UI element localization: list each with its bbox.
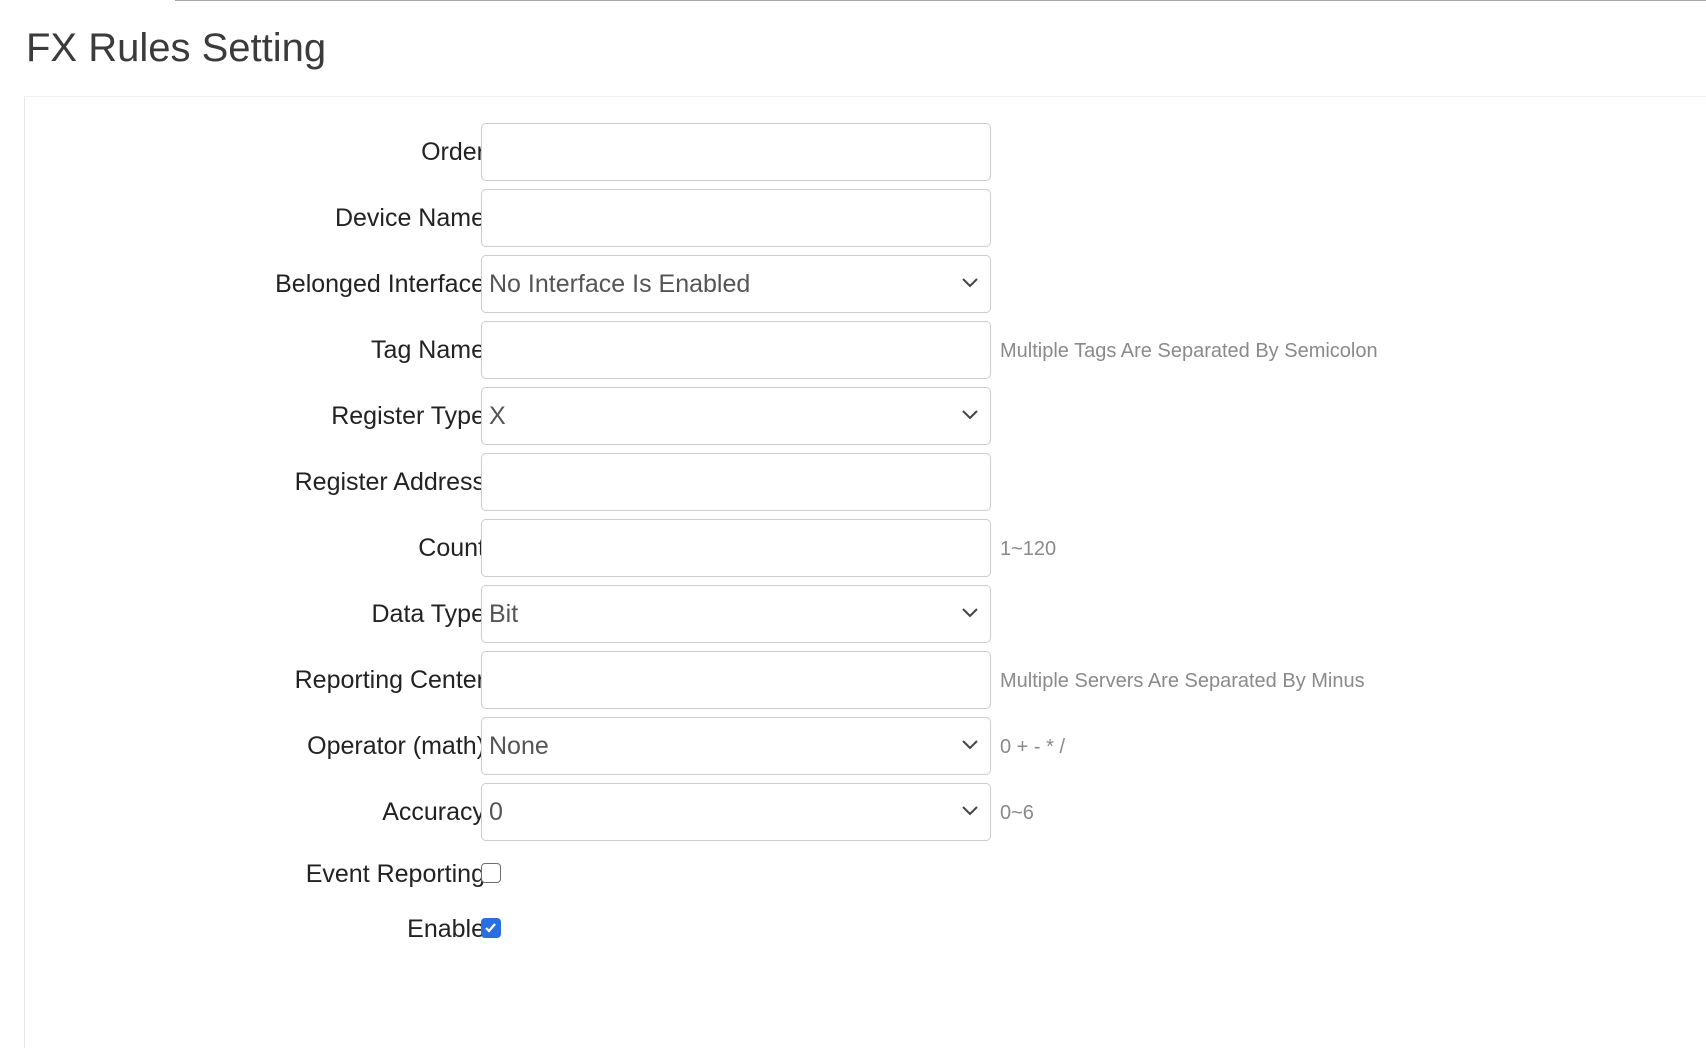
- count-help-text: 1~120: [1000, 538, 1057, 560]
- chevron-down-icon: [962, 278, 978, 288]
- operator-select[interactable]: None: [481, 717, 991, 775]
- event-reporting-checkbox[interactable]: [481, 863, 501, 883]
- count-label: Count: [418, 534, 485, 562]
- event-reporting-label: Event Reporting: [305, 860, 485, 888]
- form-row-reporting-center: Reporting Center Multiple Servers Are Se…: [25, 651, 1525, 709]
- register-type-label: Register Type: [331, 402, 485, 430]
- page-title: FX Rules Setting: [26, 26, 327, 70]
- register-type-selected-value: X: [489, 402, 506, 430]
- data-type-selected-value: Bit: [489, 600, 519, 628]
- form-row-enable: Enable: [25, 909, 1525, 949]
- reporting-center-input[interactable]: [481, 651, 991, 709]
- form-row-device-name: Device Name: [25, 189, 1525, 247]
- reporting-center-label: Reporting Center: [294, 666, 485, 694]
- accuracy-label: Accuracy: [382, 798, 485, 826]
- operator-help-text: 0 + - * /: [1000, 736, 1066, 758]
- checkmark-icon: [485, 923, 496, 933]
- chevron-down-icon: [962, 608, 978, 618]
- device-name-label: Device Name: [334, 204, 485, 232]
- chevron-down-icon: [962, 410, 978, 420]
- form-row-register-address: Register Address: [25, 453, 1525, 511]
- form-row-belonged-interface: Belonged Interface No Interface Is Enabl…: [25, 255, 1525, 313]
- reporting-center-help-text: Multiple Servers Are Separated By Minus: [1000, 670, 1365, 692]
- rules-form-panel: Order Device Name Belonged Interface No …: [24, 96, 1706, 1048]
- enable-checkbox[interactable]: [481, 918, 501, 938]
- chevron-down-icon: [962, 806, 978, 816]
- form-row-data-type: Data Type Bit: [25, 585, 1525, 643]
- device-name-input[interactable]: [481, 189, 991, 247]
- form-row-tag-name: Tag Name Multiple Tags Are Separated By …: [25, 321, 1525, 379]
- accuracy-selected-value: 0: [489, 798, 503, 826]
- register-address-input[interactable]: [481, 453, 991, 511]
- data-type-select[interactable]: Bit: [481, 585, 991, 643]
- accuracy-select[interactable]: 0: [481, 783, 991, 841]
- accuracy-help-text: 0~6: [1000, 802, 1034, 824]
- belonged-interface-selected-value: No Interface Is Enabled: [489, 270, 751, 298]
- belonged-interface-label: Belonged Interface: [275, 270, 485, 298]
- form-row-event-reporting: Event Reporting: [25, 854, 1525, 894]
- order-label: Order: [421, 138, 485, 166]
- form-row-register-type: Register Type X: [25, 387, 1525, 445]
- tag-name-input[interactable]: [481, 321, 991, 379]
- form-row-accuracy: Accuracy 0 0~6: [25, 783, 1525, 841]
- count-input[interactable]: [481, 519, 991, 577]
- data-type-label: Data Type: [371, 600, 485, 628]
- order-input[interactable]: [481, 123, 991, 181]
- tag-name-label: Tag Name: [371, 336, 485, 364]
- enable-label: Enable: [407, 915, 485, 943]
- tag-name-help-text: Multiple Tags Are Separated By Semicolon: [1000, 340, 1378, 362]
- top-divider: [175, 0, 1706, 1]
- operator-label: Operator (math): [307, 732, 485, 760]
- register-type-select[interactable]: X: [481, 387, 991, 445]
- form-row-order: Order: [25, 123, 1525, 181]
- form-row-operator: Operator (math) None 0 + - * /: [25, 717, 1525, 775]
- form-row-count: Count 1~120: [25, 519, 1525, 577]
- operator-selected-value: None: [489, 732, 549, 760]
- belonged-interface-select[interactable]: No Interface Is Enabled: [481, 255, 991, 313]
- register-address-label: Register Address: [294, 468, 485, 496]
- chevron-down-icon: [962, 740, 978, 750]
